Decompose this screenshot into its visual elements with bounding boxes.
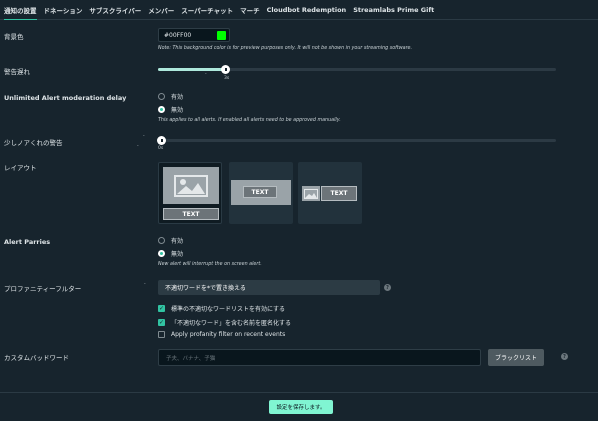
checkbox-label: 標準の不適切なワードリストを有効にする xyxy=(171,306,286,313)
checkbox-unchecked-icon xyxy=(158,331,165,338)
custom-words-label: カスタムバッドワード xyxy=(4,354,69,362)
bg-color-note: Note: This background color is for previ… xyxy=(158,46,413,51)
tab-alert-settings[interactable]: 通知の設置 xyxy=(4,0,37,20)
profanity-mode-value: 不適切ワードを*で置き換える xyxy=(165,285,246,292)
moderation-delay-label: Unlimited Alert moderation delay xyxy=(4,94,127,102)
parries-option-disabled[interactable]: 無効 xyxy=(158,249,183,258)
parry-delay-handle[interactable] xyxy=(157,136,166,145)
checkbox-label: 「不適切なワード」を含む名前を匿名化する xyxy=(171,320,292,327)
alert-delay-fill xyxy=(158,68,226,71)
text-placeholder: TEXT xyxy=(321,186,357,201)
divider xyxy=(0,392,598,393)
help-icon[interactable]: ? xyxy=(561,353,568,360)
radio-label: 有効 xyxy=(171,94,184,101)
alert-delay-min-tick: - xyxy=(205,72,207,77)
profanity-mode-select[interactable]: 不適切ワードを*で置き換える xyxy=(158,280,380,295)
parries-option-enabled[interactable]: 有効 xyxy=(158,236,183,245)
checkbox-label: Apply profanity filter on recent events xyxy=(171,331,286,338)
tab-superchat[interactable]: スーパーチャット xyxy=(181,0,233,19)
tab-donations[interactable]: ドネーション xyxy=(44,0,83,19)
radio-on-icon xyxy=(158,250,165,257)
checkbox-standard-list[interactable]: ✓ 標準の不適切なワードリストを有効にする xyxy=(158,304,285,313)
custom-words-placeholder: 子夫、バナナ、子猫 xyxy=(166,355,216,362)
layout-option-text-over-image[interactable]: TEXT xyxy=(229,162,293,224)
moderation-option-disabled[interactable]: 無効 xyxy=(158,105,183,114)
alert-delay-value: 3s xyxy=(224,76,230,81)
tab-prime-gift[interactable]: Streamlabs Prime Gift xyxy=(353,1,434,18)
radio-on-icon xyxy=(158,106,165,113)
tab-bar: 通知の設置 ドネーション サブスクライバー メンバー スーパーチャット マーチ … xyxy=(0,0,598,20)
layout-option-image-left-text[interactable]: TEXT xyxy=(298,162,362,224)
parry-delay-slider[interactable] xyxy=(157,136,556,145)
profanity-label: プロファニティーフルター xyxy=(4,285,82,293)
custom-words-input[interactable]: 子夫、バナナ、子猫 xyxy=(158,349,481,366)
parry-delay-min-tick-2: - xyxy=(137,144,139,149)
radio-label: 無効 xyxy=(171,107,184,114)
checkbox-anonymize-names[interactable]: ✓ 「不適切なワード」を含む名前を匿名化する xyxy=(158,318,291,327)
radio-off-icon xyxy=(158,93,165,100)
alert-parries-label: Alert Parries xyxy=(4,238,51,246)
image-placeholder-icon xyxy=(163,167,219,204)
moderation-note: This applies to all alerts. If enabled a… xyxy=(158,118,341,123)
bg-color-value: #00FF00 xyxy=(164,31,192,39)
moderation-option-enabled[interactable]: 有効 xyxy=(158,92,183,101)
tab-subscribers[interactable]: サブスクライバー xyxy=(89,0,141,19)
text-placeholder: TEXT xyxy=(243,186,277,198)
tab-members[interactable]: メンバー xyxy=(148,0,174,19)
parries-note: New alert will interrupt the on screen a… xyxy=(158,262,262,267)
parry-delay-label: 少しノアくれの警告 xyxy=(4,139,63,147)
tab-cloudbot-redemption[interactable]: Cloudbot Redemption xyxy=(267,1,347,18)
alert-delay-slider[interactable] xyxy=(158,65,556,74)
layout-option-image-above-text[interactable]: TEXT xyxy=(158,162,222,224)
radio-label: 有効 xyxy=(171,238,184,245)
save-settings-button[interactable]: 設定を保存します。 xyxy=(269,400,333,414)
tab-merch[interactable]: マーチ xyxy=(240,0,260,19)
bg-color-input[interactable]: #00FF00 xyxy=(158,28,230,42)
radio-off-icon xyxy=(158,237,165,244)
bg-color-label: 背景色 xyxy=(4,33,24,41)
checkbox-recent-events[interactable]: Apply profanity filter on recent events xyxy=(158,331,285,338)
checkbox-checked-icon: ✓ xyxy=(158,305,165,312)
alert-delay-label: 警告遅れ xyxy=(4,68,30,76)
parry-delay-min-tick: - xyxy=(143,134,145,139)
image-placeholder-icon xyxy=(302,186,320,201)
checkbox-checked-icon: ✓ xyxy=(158,319,165,326)
radio-label: 無効 xyxy=(171,251,184,258)
text-placeholder: TEXT xyxy=(163,208,219,220)
alert-delay-handle[interactable] xyxy=(221,65,230,74)
layout-label: レイアウト xyxy=(4,164,37,172)
blacklist-button[interactable]: ブラックリスト xyxy=(488,349,544,366)
color-swatch[interactable] xyxy=(217,31,226,40)
parry-delay-value: 0s xyxy=(158,146,164,151)
help-icon[interactable]: ? xyxy=(384,284,391,291)
profanity-select-tick: - xyxy=(144,282,146,287)
